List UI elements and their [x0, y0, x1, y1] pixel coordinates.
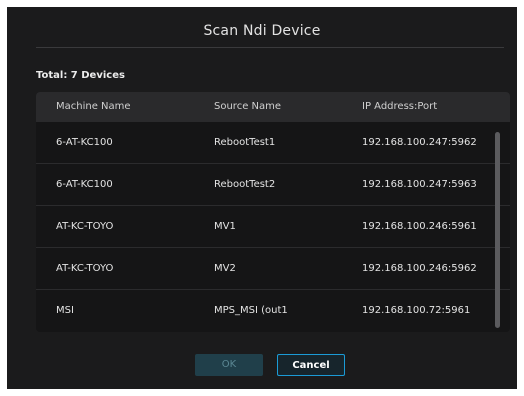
machine-name-cell: MSI: [56, 305, 74, 316]
table-row[interactable]: MSI MPS_MSI (out1 192.168.100.72:5961: [36, 290, 510, 332]
column-header-machine-name[interactable]: Machine Name: [56, 101, 131, 112]
total-devices-label: Total: 7 Devices: [36, 70, 125, 81]
ip-address-cell: 192.168.100.246:5962: [362, 263, 477, 274]
table-row[interactable]: AT-KC-TOYO MV1 192.168.100.246:5961: [36, 206, 510, 248]
source-name-cell: RebootTest1: [214, 137, 276, 148]
ip-address-cell: 192.168.100.72:5961: [362, 305, 471, 316]
table-header: Machine Name Source Name IP Address:Port: [36, 92, 510, 122]
column-header-ip-address-port[interactable]: IP Address:Port: [362, 101, 437, 112]
machine-name-cell: 6-AT-KC100: [56, 137, 113, 148]
scan-ndi-device-dialog: Scan Ndi Device Total: 7 Devices Machine…: [7, 7, 517, 389]
machine-name-cell: 6-AT-KC100: [56, 179, 113, 190]
machine-name-cell: AT-KC-TOYO: [56, 221, 114, 232]
source-name-cell: MV2: [214, 263, 236, 274]
title-divider: [36, 47, 504, 48]
ok-button[interactable]: OK: [195, 354, 263, 376]
device-table: Machine Name Source Name IP Address:Port…: [36, 92, 510, 332]
source-name-cell: MPS_MSI (out1: [214, 305, 288, 316]
column-header-source-name[interactable]: Source Name: [214, 101, 281, 112]
vertical-scrollbar-thumb[interactable]: [495, 132, 500, 328]
dialog-title: Scan Ndi Device: [203, 23, 321, 39]
table-row[interactable]: 6-AT-KC100 RebootTest2 192.168.100.247:5…: [36, 164, 510, 206]
machine-name-cell: AT-KC-TOYO: [56, 263, 114, 274]
table-body: 6-AT-KC100 RebootTest1 192.168.100.247:5…: [36, 122, 510, 332]
table-row[interactable]: AT-KC-TOYO MV2 192.168.100.246:5962: [36, 248, 510, 290]
source-name-cell: RebootTest2: [214, 179, 276, 190]
ip-address-cell: 192.168.100.246:5961: [362, 221, 477, 232]
ip-address-cell: 192.168.100.247:5962: [362, 137, 477, 148]
ip-address-cell: 192.168.100.247:5963: [362, 179, 477, 190]
cancel-button[interactable]: Cancel: [277, 354, 345, 376]
source-name-cell: MV1: [214, 221, 236, 232]
table-row[interactable]: 6-AT-KC100 RebootTest1 192.168.100.247:5…: [36, 122, 510, 164]
